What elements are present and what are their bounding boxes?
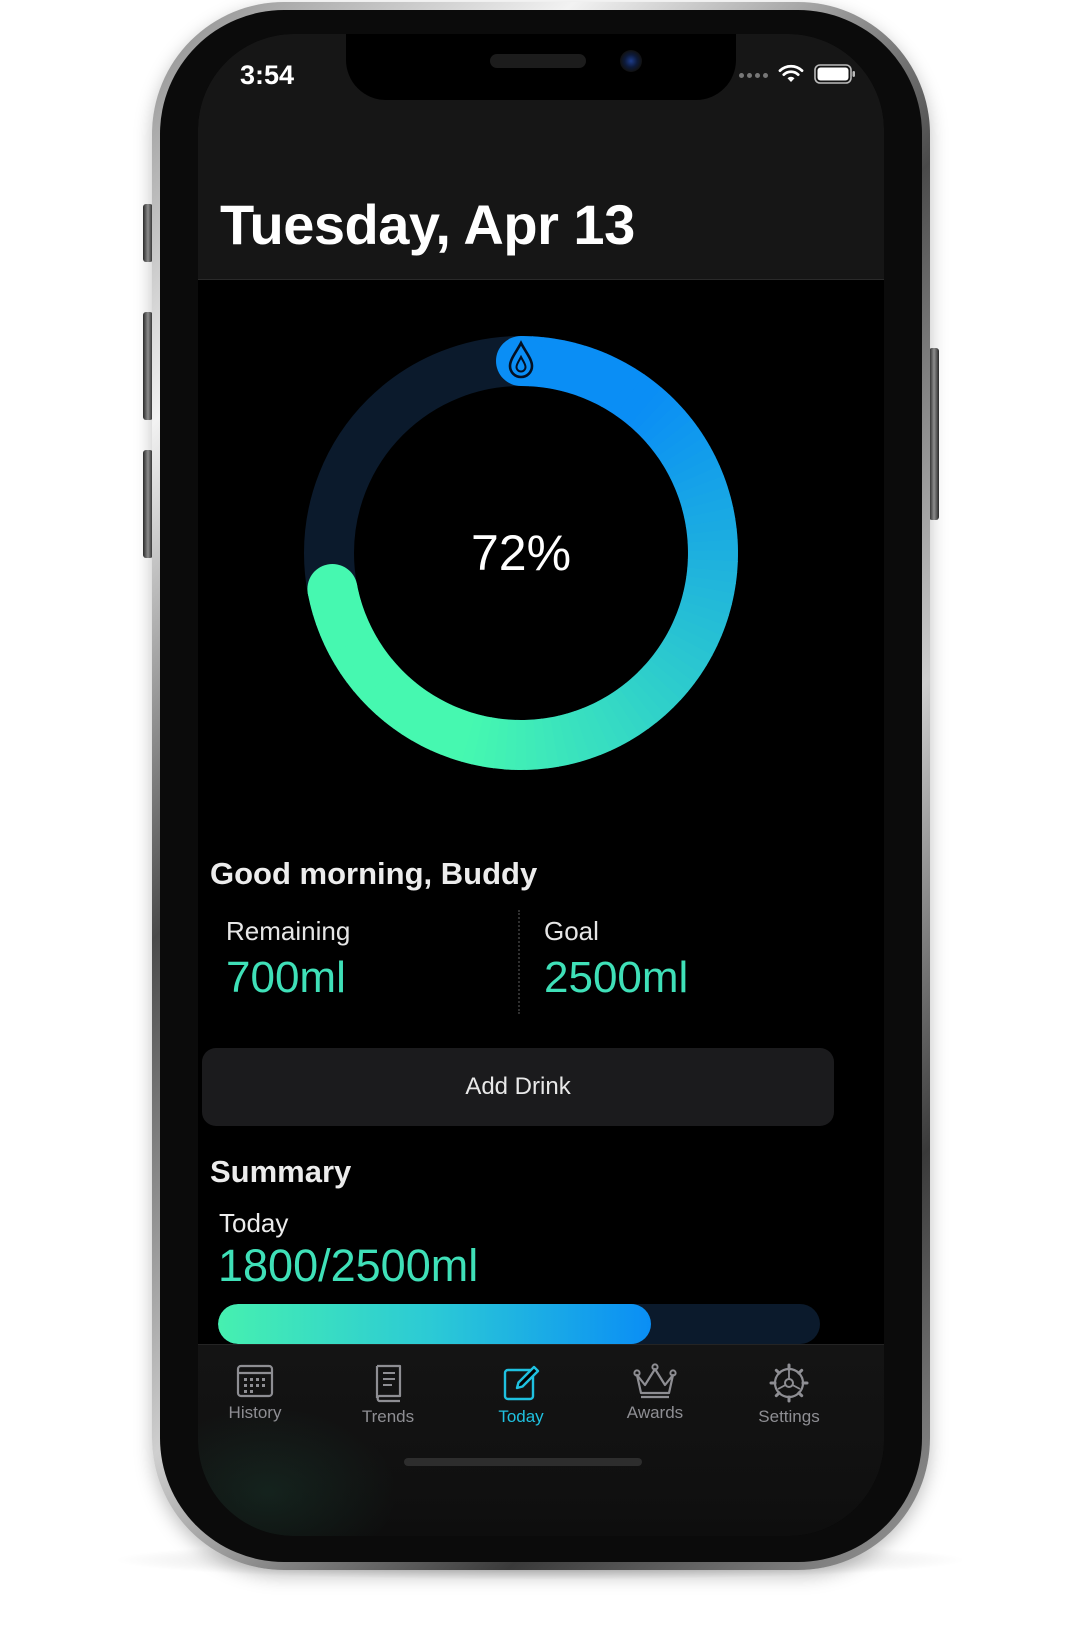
- home-indicator: [404, 1458, 642, 1466]
- power-button: [929, 348, 939, 520]
- page-title: Tuesday, Apr 13: [220, 193, 635, 256]
- crown-icon: [633, 1363, 677, 1399]
- tab-history[interactable]: History: [198, 1363, 320, 1423]
- remaining-stat: Remaining 700ml: [226, 916, 350, 1003]
- summary-today-label: Today: [219, 1208, 289, 1238]
- summary-progress-bar: [218, 1304, 820, 1344]
- book-icon: [375, 1364, 402, 1403]
- progress-percent: 72%: [470, 525, 572, 581]
- summary-title: Summary: [210, 1154, 352, 1189]
- tab-history-label: History: [228, 1403, 282, 1422]
- status-time: 3:54: [240, 60, 295, 90]
- summary-progress-fill: [218, 1304, 652, 1344]
- tab-bar: History Trends Today Awards Settings: [198, 1344, 884, 1536]
- goal-stat: Goal 2500ml: [544, 916, 688, 1003]
- tab-today-label: Today: [498, 1407, 544, 1426]
- hydration-progress-ring: 72%: [296, 328, 746, 778]
- goal-label: Goal: [544, 916, 599, 946]
- add-drink-button[interactable]: Add Drink: [202, 1048, 834, 1126]
- tab-trends-label: Trends: [361, 1407, 415, 1426]
- speaker-grille: [490, 54, 586, 68]
- greeting-text: Good morning, Buddy: [210, 856, 538, 891]
- tab-settings[interactable]: Settings: [724, 1363, 854, 1427]
- goal-value: 2500ml: [544, 953, 689, 1002]
- stat-divider: [518, 910, 520, 1014]
- mockup-stage: 3:54 Tuesday, Apr 13 72% Good morning, B…: [0, 0, 1076, 1628]
- calendar-icon: [236, 1364, 274, 1398]
- remaining-value: 700ml: [226, 953, 346, 1002]
- summary-today-value: 1800/2500ml: [218, 1240, 479, 1291]
- front-camera: [620, 50, 642, 72]
- signal-icon: [736, 65, 768, 83]
- tab-today[interactable]: Today: [456, 1363, 586, 1427]
- notch: [346, 34, 736, 100]
- status-icons: [736, 64, 856, 84]
- gear-icon: [769, 1363, 809, 1403]
- navigation-header: 3:54 Tuesday, Apr 13: [198, 34, 884, 280]
- tab-trends[interactable]: Trends: [323, 1363, 453, 1427]
- remaining-label: Remaining: [226, 916, 351, 946]
- battery-icon: [814, 64, 855, 84]
- tab-settings-label: Settings: [758, 1407, 820, 1426]
- edit-icon: [503, 1365, 540, 1401]
- wifi-icon: [778, 64, 804, 82]
- app-screen: 3:54 Tuesday, Apr 13 72% Good morning, B…: [198, 34, 884, 1536]
- tab-awards-label: Awards: [626, 1403, 684, 1422]
- tab-awards[interactable]: Awards: [590, 1363, 720, 1423]
